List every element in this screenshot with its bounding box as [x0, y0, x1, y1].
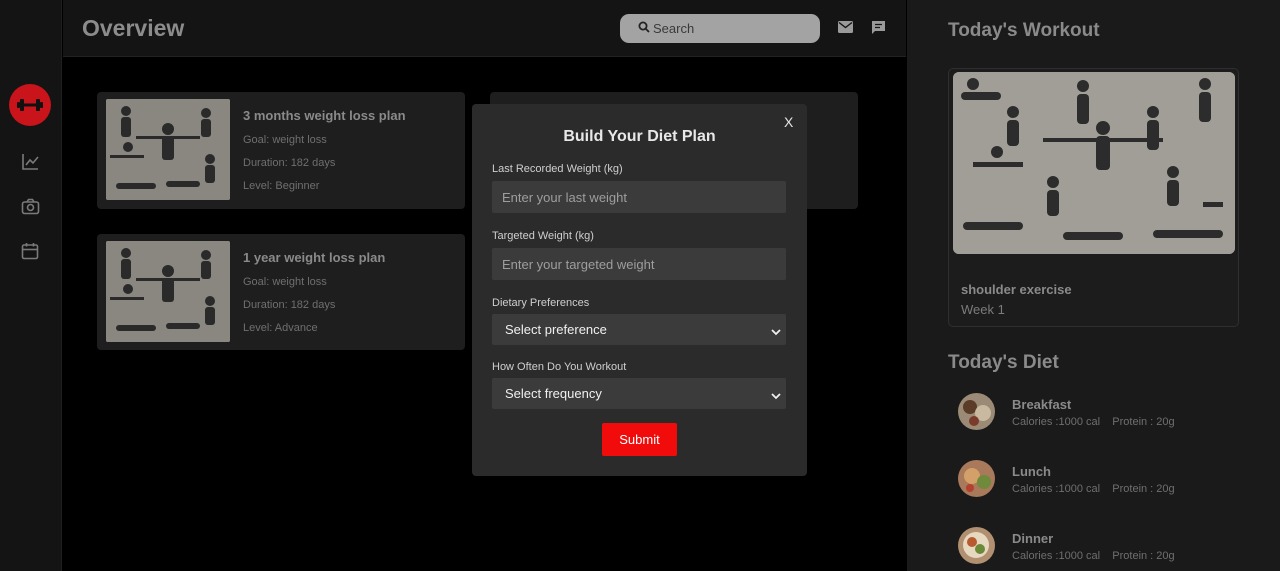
chevron-down-icon [771, 388, 781, 403]
plan-duration: Duration: 182 days [243, 299, 336, 311]
search-placeholder: Search [653, 21, 695, 36]
chat-icon[interactable] [871, 20, 887, 36]
calendar-icon[interactable] [19, 240, 41, 262]
last-weight-input[interactable] [492, 181, 786, 213]
app-root: Overview Search 3 months weight loss pla… [0, 0, 1280, 571]
dumbbell-icon[interactable] [9, 84, 51, 126]
diet-item[interactable]: Lunch Calories :1000 cal Protein : 20g [958, 460, 1258, 500]
chevron-down-icon [771, 324, 781, 339]
diet-name: Breakfast [1012, 397, 1072, 412]
workout-image [953, 72, 1235, 254]
lunch-image [958, 460, 995, 497]
diet-meta: Calories :1000 cal Protein : 20g [1012, 550, 1175, 562]
workout-card[interactable]: shoulder exercise Week 1 [948, 68, 1239, 327]
plan-goal: Goal: weight loss [243, 134, 327, 146]
top-header: Overview Search [63, 0, 906, 57]
dinner-image [958, 527, 995, 564]
diet-plan-modal: X Build Your Diet Plan Last Recorded Wei… [472, 104, 807, 476]
plan-card[interactable]: 3 months weight loss plan Goal: weight l… [97, 92, 465, 209]
workout-week: Week 1 [961, 302, 1005, 317]
diet-preference-select[interactable]: Select preference [492, 314, 786, 345]
target-weight-input[interactable] [492, 248, 786, 280]
workout-frequency-label: How Often Do You Workout [492, 361, 627, 373]
plan-duration: Duration: 182 days [243, 157, 336, 169]
workout-frequency-value: Select frequency [505, 386, 602, 401]
chart-icon[interactable] [19, 150, 41, 172]
right-panel: Today's Workout shoulder exercise Week 1… [907, 0, 1280, 571]
plan-title: 1 year weight loss plan [243, 250, 386, 265]
plan-thumbnail [106, 241, 230, 342]
workout-section-title: Today's Workout [948, 20, 1100, 41]
page-title: Overview [82, 15, 185, 41]
sidebar [0, 0, 62, 571]
plan-level: Level: Beginner [243, 180, 320, 192]
modal-title: Build Your Diet Plan [563, 128, 716, 145]
workout-frequency-select[interactable]: Select frequency [492, 378, 786, 409]
diet-item[interactable]: Breakfast Calories :1000 cal Protein : 2… [958, 393, 1258, 433]
diet-meta: Calories :1000 cal Protein : 20g [1012, 483, 1175, 495]
plan-goal: Goal: weight loss [243, 276, 327, 288]
search-input[interactable]: Search [620, 14, 820, 43]
mail-icon[interactable] [838, 20, 854, 36]
diet-preference-label: Dietary Preferences [492, 297, 590, 309]
search-icon [638, 21, 653, 36]
workout-name: shoulder exercise [961, 282, 1072, 297]
last-weight-label: Last Recorded Weight (kg) [492, 163, 623, 175]
diet-name: Dinner [1012, 531, 1054, 546]
camera-icon[interactable] [19, 195, 41, 217]
breakfast-image [958, 393, 995, 430]
diet-name: Lunch [1012, 464, 1051, 479]
diet-item[interactable]: Dinner Calories :1000 cal Protein : 20g [958, 527, 1258, 567]
diet-section-title: Today's Diet [948, 352, 1059, 373]
diet-meta: Calories :1000 cal Protein : 20g [1012, 416, 1175, 428]
plan-thumbnail [106, 99, 230, 200]
target-weight-label: Targeted Weight (kg) [492, 230, 594, 242]
plan-title: 3 months weight loss plan [243, 108, 406, 123]
plan-level: Level: Advance [243, 322, 318, 334]
diet-preference-value: Select preference [505, 322, 607, 337]
submit-button[interactable]: Submit [602, 423, 677, 456]
plan-card[interactable]: 1 year weight loss plan Goal: weight los… [97, 234, 465, 350]
